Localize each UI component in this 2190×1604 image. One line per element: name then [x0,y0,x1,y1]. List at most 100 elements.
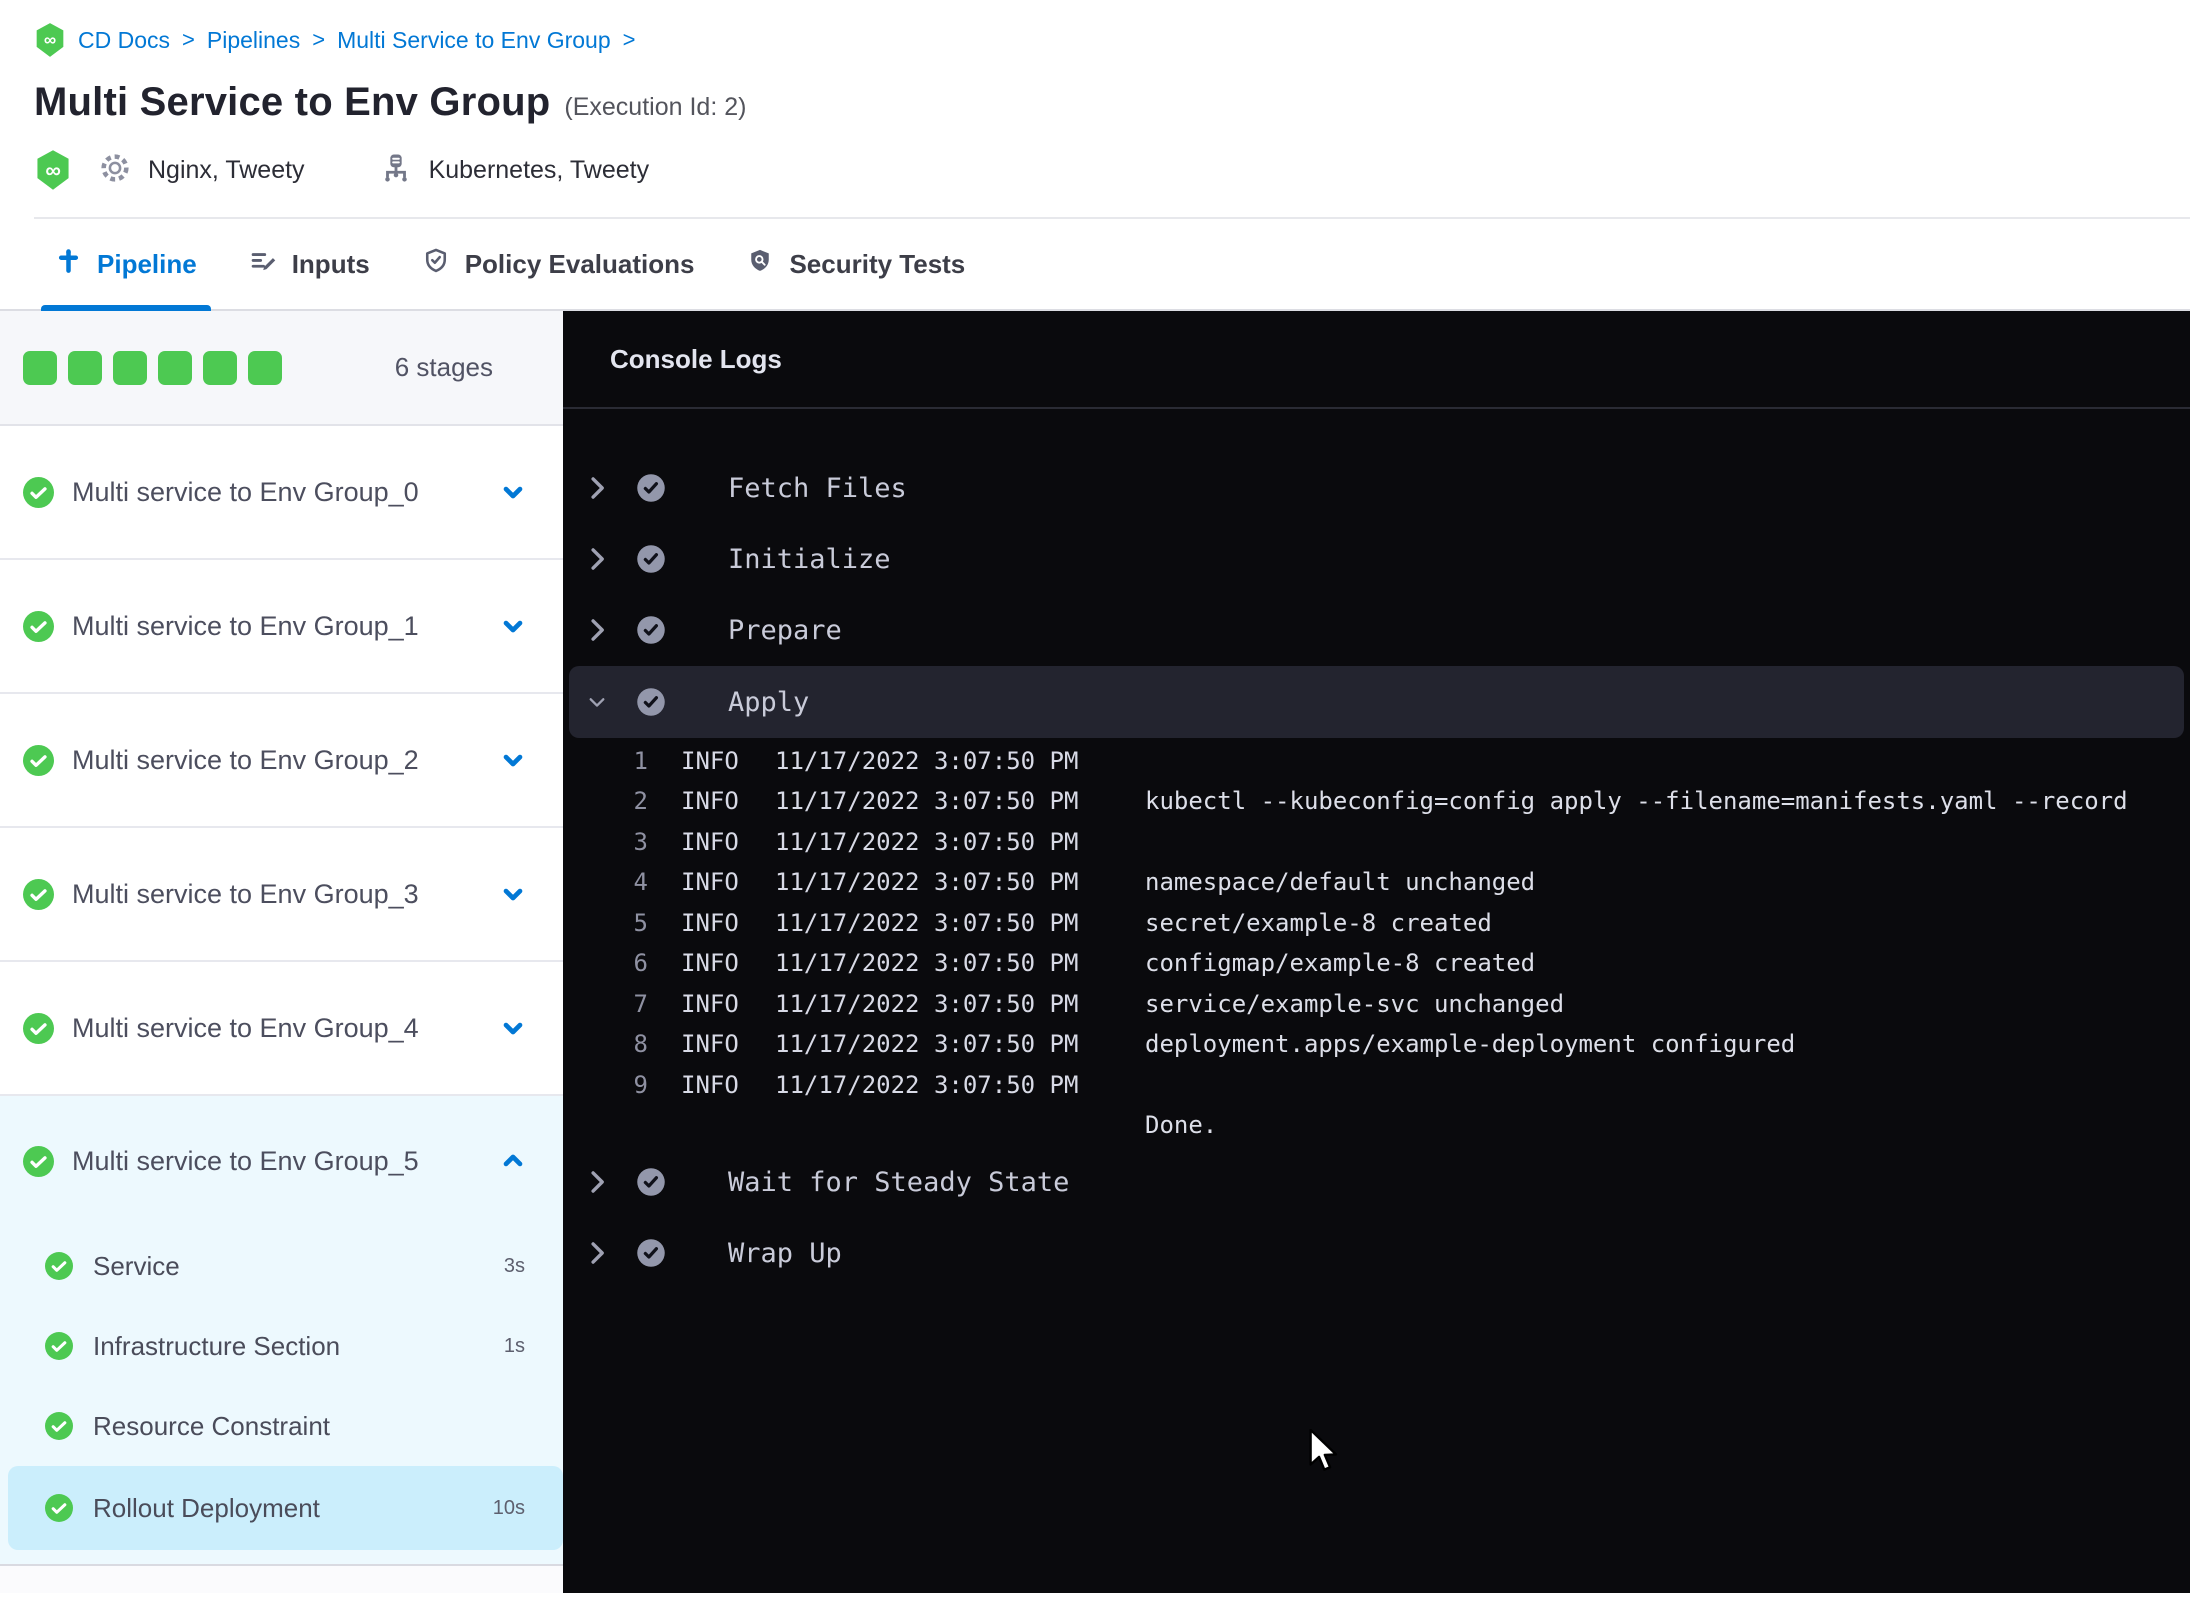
log-line: 1 INFO 11/17/2022 3:07:50 PM [563,741,2190,781]
execution-id: (Execution Id: 2) [564,93,747,121]
log-timestamp: 11/17/2022 3:07:50 PM [775,787,1079,816]
step-success-icon [636,615,666,645]
success-check-icon [23,610,54,642]
substep-service[interactable]: Service 3s [0,1226,563,1306]
active-tab-underline [41,305,211,311]
breadcrumb-separator: > [312,27,326,52]
tab-policy-evaluations[interactable]: Policy Evaluations [422,219,695,309]
tab-pipeline[interactable]: Pipeline [41,219,211,311]
console-step-initialize[interactable]: Initialize [563,523,2190,595]
inputs-icon [249,247,277,282]
chevron-right-icon[interactable] [588,1240,606,1266]
chevron-right-icon[interactable] [588,475,606,501]
page-header: ∞ CD Docs > Pipelines > Multi Service to… [0,0,2190,219]
console-step-apply[interactable]: Apply [569,666,2184,738]
log-timestamp: 11/17/2022 3:07:50 PM [775,908,1079,937]
substep-label: Service [93,1250,180,1281]
mouse-cursor [1308,1428,1342,1477]
infrastructure-label: Kubernetes, Tweety [428,155,650,184]
step-success-icon [636,687,666,717]
stage-row-0[interactable]: Multi service to Env Group_0 [0,426,563,560]
log-timestamp: 11/17/2022 3:07:50 PM [775,1070,1079,1099]
breadcrumb: ∞ CD Docs > Pipelines > Multi Service to… [34,22,2190,58]
chevron-right-icon[interactable] [588,617,606,643]
substep-duration: 1s [503,1334,525,1357]
tab-bar: Pipeline Inputs Policy Evaluations Secur… [0,219,2190,311]
chevron-down-icon[interactable] [499,478,527,506]
stage-row-3[interactable]: Multi service to Env Group_3 [0,828,563,962]
chevron-down-icon[interactable] [499,880,527,908]
log-line-number: 5 [633,908,648,937]
chevron-right-icon[interactable] [588,546,606,572]
substep-duration: 10s [492,1496,525,1519]
success-check-icon [45,1494,73,1522]
success-check-icon [23,1145,54,1177]
log-level: INFO [681,908,739,937]
log-message: secret/example-8 created [1145,908,1492,937]
harness-cd-icon: ∞ [34,22,66,58]
chevron-down-icon[interactable] [499,612,527,640]
log-level: INFO [681,949,739,978]
breadcrumb-separator: > [182,27,195,52]
log-level: INFO [681,868,739,897]
log-timestamp: 11/17/2022 3:07:50 PM [775,989,1079,1018]
console-step-label: Prepare [728,614,842,646]
substep-rollout-deployment[interactable]: Rollout Deployment 10s [8,1466,563,1550]
console-step-label: Fetch Files [728,472,907,504]
log-level: INFO [681,989,739,1018]
log-done-text: Done. [1145,1110,1218,1139]
success-check-icon [23,1012,54,1044]
log-line-number: 6 [633,949,648,978]
stage-success-square [23,350,57,385]
page-title: Multi Service to Env Group [34,80,551,124]
log-message: kubectl --kubeconfig=config apply --file… [1145,787,2128,816]
chevron-up-icon[interactable] [499,1147,527,1175]
stage-label: Multi service to Env Group_1 [72,610,419,641]
stage-row-5[interactable]: Multi service to Env Group_5 [0,1096,563,1226]
console-step-wrap-up[interactable]: Wrap Up [563,1217,2190,1289]
log-line: 6 INFO 11/17/2022 3:07:50 PM configmap/exam… [563,943,2190,983]
harness-cd-badge-icon: ∞ [34,149,72,191]
console-step-wait-for-steady-state[interactable]: Wait for Steady State [563,1146,2190,1218]
tab-security-tests[interactable]: Security Tests [746,219,965,309]
stage-success-square [248,350,282,385]
log-done-line: Done. [563,1105,2190,1145]
substep-resource-constraint[interactable]: Resource Constraint [0,1386,563,1466]
log-line-number: 7 [633,989,648,1018]
log-line: 2 INFO 11/17/2022 3:07:50 PM kubectl --kube… [563,781,2190,821]
chevron-down-icon[interactable] [499,746,527,774]
log-timestamp: 11/17/2022 3:07:50 PM [775,827,1079,856]
console-logs-title: Console Logs [610,343,782,374]
console-step-prepare[interactable]: Prepare [563,594,2190,666]
step-success-icon [636,1238,666,1268]
chevron-down-icon[interactable] [499,1014,527,1042]
breadcrumb-pipelines[interactable]: Pipelines [207,27,300,54]
breadcrumb-pipeline-name[interactable]: Multi Service to Env Group [337,27,611,54]
tab-label: Security Tests [789,248,966,279]
stage-row-4[interactable]: Multi service to Env Group_4 [0,962,563,1096]
chevron-down-icon[interactable] [588,691,606,713]
chevron-right-icon[interactable] [588,1169,606,1195]
log-level: INFO [681,747,739,775]
stage-row-1[interactable]: Multi service to Env Group_1 [0,560,563,694]
tab-label: Policy Evaluations [464,248,695,279]
console-step-label: Wrap Up [728,1237,842,1269]
log-level: INFO [681,787,739,816]
tab-label: Pipeline [97,248,197,279]
stage-row-2[interactable]: Multi service to Env Group_2 [0,694,563,828]
stage-group-expanded: Multi service to Env Group_5 Service 3s … [0,1096,563,1566]
substep-duration: 3s [503,1254,525,1277]
stage-label: Multi service to Env Group_5 [72,1145,419,1176]
tab-inputs[interactable]: Inputs [249,219,370,309]
log-timestamp: 11/17/2022 3:07:50 PM [775,747,1079,775]
stage-label: Multi service to Env Group_3 [72,878,419,909]
stage-label: Multi service to Env Group_4 [72,1012,419,1043]
success-check-icon [45,1252,73,1280]
console-panel: Console Logs Fetch Files Initialize Prep… [563,311,2190,1593]
console-step-fetch-files[interactable]: Fetch Files [563,452,2190,524]
substep-infrastructure-section[interactable]: Infrastructure Section 1s [0,1306,563,1386]
log-level: INFO [681,1030,739,1059]
breadcrumb-cd-docs[interactable]: CD Docs [78,27,170,54]
execution-meta-row: ∞ Nginx, Tweety Kubernetes, Tweety [34,149,2190,191]
stage-label: Multi service to Env Group_0 [72,476,419,507]
